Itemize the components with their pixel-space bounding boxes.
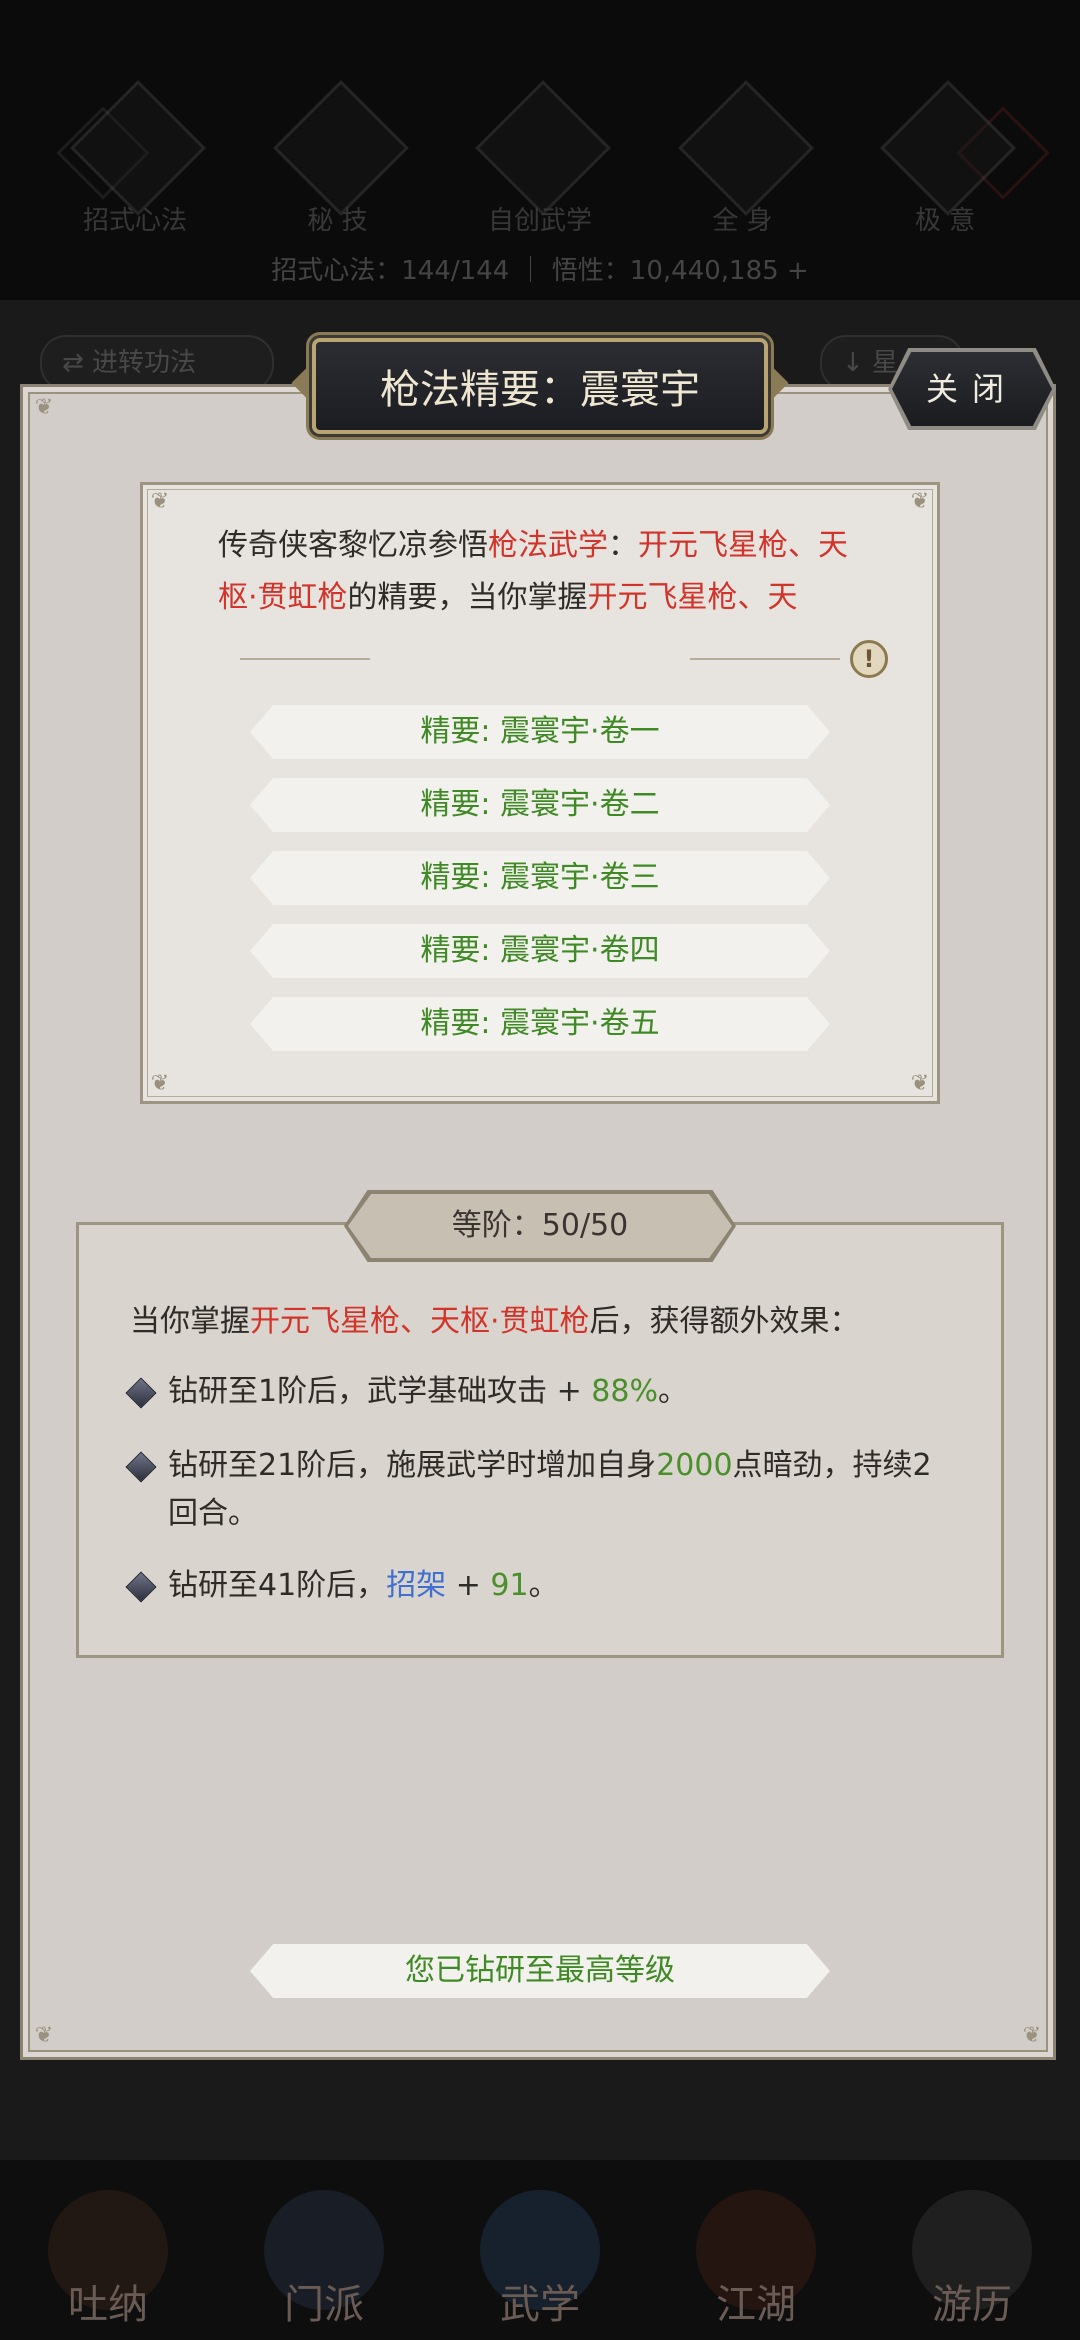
nav-martial[interactable]: 武学 bbox=[455, 2170, 625, 2340]
bg-stat-line: 招式心法：144/144 ｜ 悟性：10,440,185 + bbox=[271, 256, 809, 286]
bg-tab-ultimate[interactable]: 极 意 bbox=[870, 80, 1020, 240]
volume-button-5[interactable]: 精要: 震寰宇·卷五 bbox=[250, 997, 830, 1051]
effect-item-3: 钻研至41阶后，招架 + 91。 bbox=[168, 1562, 958, 1610]
corner-ornament-icon: ❦ bbox=[34, 395, 54, 420]
sword-icon bbox=[70, 80, 206, 216]
effect-text: 。 bbox=[528, 1568, 559, 1603]
bg-tab-label: 极 意 bbox=[914, 206, 976, 236]
effect-text: 。 bbox=[657, 1374, 688, 1409]
bg-tab-label: 秘 技 bbox=[307, 206, 368, 236]
bg-switch-button[interactable]: ⇄ 进转功法 bbox=[40, 335, 274, 391]
intro-skills: 开元飞星枪、天枢·贯虹枪 bbox=[250, 1304, 590, 1339]
effect-keyword[interactable]: 招架 bbox=[386, 1568, 446, 1603]
corner-ornament-icon: ❦ bbox=[1022, 2023, 1042, 2048]
bg-tab-label: 招式心法 bbox=[82, 206, 187, 236]
nav-label: 江湖 bbox=[716, 2282, 796, 2328]
effect-item-2: 钻研至21阶后，施展武学时增加自身2000点暗劲，持续2回合。 bbox=[168, 1442, 958, 1538]
corner-ornament-icon: ❦ bbox=[150, 1071, 170, 1096]
book-icon bbox=[272, 80, 409, 216]
scroll-icon bbox=[475, 80, 611, 216]
volume-button-2[interactable]: 精要: 震寰宇·卷二 bbox=[250, 778, 830, 832]
meditation-icon bbox=[677, 80, 814, 216]
corner-ornament-icon: ❦ bbox=[910, 489, 930, 514]
max-level-button[interactable]: 您已钻研至最高等级 bbox=[250, 1944, 830, 1998]
desc-skills: 开元飞星枪、天 bbox=[587, 580, 798, 615]
bg-tab-secret[interactable]: 秘 技 bbox=[263, 80, 413, 240]
fighter-icon bbox=[880, 80, 1016, 216]
info-warning-icon[interactable]: ! bbox=[850, 640, 888, 678]
bg-tab-body[interactable]: 全 身 bbox=[668, 80, 818, 240]
effect-value: 91 bbox=[490, 1568, 529, 1603]
bg-tab-label: 自创武学 bbox=[487, 206, 592, 236]
bg-tab-label: 全 身 bbox=[712, 206, 773, 236]
nav-label: 游历 bbox=[932, 2282, 1012, 2328]
effect-text: + bbox=[446, 1568, 491, 1603]
effect-text: 钻研至1阶后，武学基础攻击 + bbox=[168, 1374, 592, 1409]
grade-label: 等阶：50/50 bbox=[348, 1194, 732, 1258]
desc-text: 的精要，当你掌握 bbox=[347, 580, 588, 615]
nav-label: 门派 bbox=[284, 2282, 364, 2328]
essentials-description[interactable]: 传奇侠客黎忆凉参悟枪法武学：开元飞星枪、天枢·贯虹枪的精要，当你掌握开元飞星枪、… bbox=[218, 520, 868, 620]
volume-button-3[interactable]: 精要: 震寰宇·卷三 bbox=[250, 851, 830, 905]
divider-left bbox=[240, 658, 370, 660]
bg-tab-custom[interactable]: 自创武学 bbox=[465, 80, 615, 240]
nav-jianghu[interactable]: 江湖 bbox=[671, 2170, 841, 2340]
bg-tab-moves[interactable]: 招式心法 bbox=[60, 80, 210, 240]
nav-breath[interactable]: 吐纳 bbox=[23, 2170, 193, 2340]
corner-ornament-icon: ❦ bbox=[910, 1071, 930, 1096]
desc-text: 传奇侠客黎忆凉参悟 bbox=[218, 528, 488, 563]
corner-ornament-icon: ❦ bbox=[34, 2023, 54, 2048]
effect-intro: 当你掌握开元飞星枪、天枢·贯虹枪后，获得额外效果： bbox=[130, 1296, 860, 1340]
volume-button-1[interactable]: 精要: 震寰宇·卷一 bbox=[250, 705, 830, 759]
divider-right bbox=[690, 658, 840, 660]
nav-label: 武学 bbox=[500, 2282, 580, 2328]
desc-category: 枪法武学 bbox=[488, 528, 608, 563]
background-tab-bar: 招式心法 秘 技 自创武学 全 身 极 意 bbox=[60, 80, 1020, 240]
close-button[interactable]: 关闭 bbox=[892, 352, 1052, 426]
effect-text: 钻研至21阶后，施展武学时增加自身 bbox=[168, 1448, 657, 1483]
bottom-nav: 吐纳 门派 武学 江湖 游历 bbox=[0, 2160, 1080, 2340]
nav-travel[interactable]: 游历 bbox=[887, 2170, 1057, 2340]
volume-button-4[interactable]: 精要: 震寰宇·卷四 bbox=[250, 924, 830, 978]
intro-text: 后，获得额外效果： bbox=[589, 1304, 860, 1339]
corner-ornament-icon: ❦ bbox=[150, 489, 170, 514]
desc-text: ： bbox=[608, 528, 638, 563]
effect-text: 钻研至41阶后， bbox=[168, 1568, 387, 1603]
nav-sect[interactable]: 门派 bbox=[239, 2170, 409, 2340]
effect-value: 2000 bbox=[656, 1448, 733, 1483]
nav-label: 吐纳 bbox=[68, 2282, 148, 2328]
effect-value: 88% bbox=[591, 1374, 658, 1409]
intro-text: 当你掌握 bbox=[130, 1304, 250, 1339]
effect-item-1: 钻研至1阶后，武学基础攻击 + 88%。 bbox=[168, 1368, 958, 1416]
dialog-title: 枪法精要：震寰宇 bbox=[312, 338, 768, 434]
